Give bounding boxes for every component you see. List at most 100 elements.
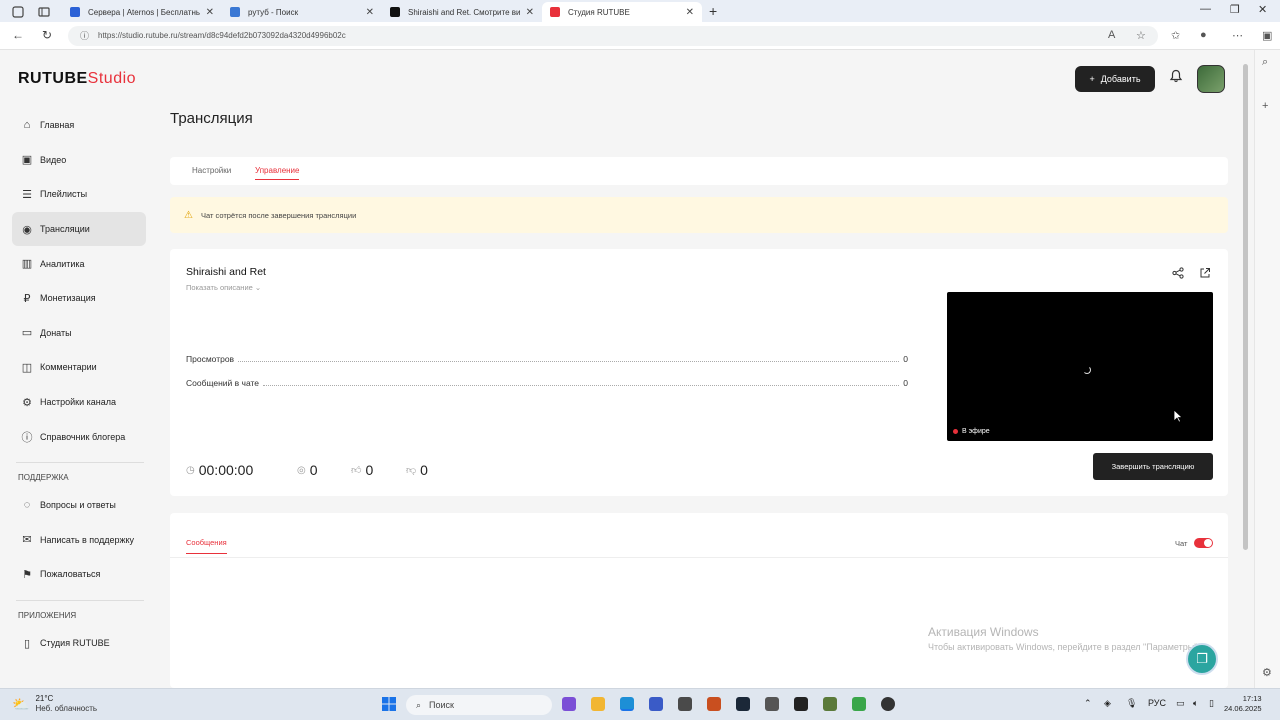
tab-actions-icon[interactable]	[38, 5, 50, 17]
dotted-leader	[238, 361, 900, 362]
chat-toggle-label: Чат	[1175, 539, 1188, 548]
close-tab-icon[interactable]: ✕	[686, 7, 694, 18]
tab-settings[interactable]: Настройки	[192, 166, 231, 175]
thumbs-up-icon: 👍︎	[351, 465, 362, 476]
read-aloud-icon[interactable]: A	[1108, 29, 1115, 41]
close-tab-icon[interactable]: ✕	[366, 7, 374, 18]
sidebar-item-report[interactable]: ⚑ Пожаловаться	[12, 557, 146, 592]
user-avatar[interactable]	[1197, 65, 1225, 93]
sidebar-toggle-icon[interactable]: ▣	[1262, 29, 1272, 42]
restore-icon[interactable]: ❐	[1230, 3, 1240, 16]
sidebar-item-channel-settings[interactable]: ⚙ Настройки канала	[12, 385, 146, 420]
microphone-icon[interactable]: 🎙︎	[1126, 698, 1137, 709]
stream-preview-player[interactable]: В эфире	[947, 292, 1213, 441]
tab-management[interactable]: Управление	[255, 166, 300, 180]
faq-icon: ◌	[23, 499, 31, 512]
game-app-icon[interactable]	[707, 697, 721, 711]
url-field[interactable]: ⓘ https://studio.rutube.ru/stream/d8c94d…	[68, 26, 1158, 46]
sidebar-item-comments[interactable]: ◫ Комментарии	[12, 350, 146, 385]
sidebar-item-write-support[interactable]: ✉ Написать в поддержку	[12, 523, 146, 558]
file-explorer-icon[interactable]	[591, 697, 605, 711]
calculator-icon[interactable]	[649, 697, 663, 711]
settings-gear-icon[interactable]: ⚙	[1262, 666, 1272, 679]
rutube-studio-logo[interactable]: RUTUBEStudio	[18, 70, 136, 88]
plus-icon: +	[1089, 74, 1095, 84]
notifications-bell-icon[interactable]	[1169, 69, 1183, 86]
sidebar-item-video[interactable]: ▣ Видео	[12, 143, 146, 178]
duration-value: 00:00:00	[198, 462, 254, 478]
steam-icon[interactable]	[736, 697, 750, 711]
browser-tab-rutube-video[interactable]: Shiraishi and Ret. Смотрите виде ✕	[382, 2, 542, 22]
end-stream-button[interactable]: Завершить трансляцию	[1093, 453, 1213, 480]
taskbar-search[interactable]: ⌕ Поиск	[406, 695, 552, 715]
scrollbar-thumb[interactable]	[1243, 64, 1248, 550]
stat-value: 0	[903, 378, 908, 388]
sidebar-item-home[interactable]: ⌂ Главная	[12, 108, 146, 143]
clock-icon: ◷	[186, 464, 195, 476]
windows-start-icon[interactable]	[382, 697, 396, 714]
page-scrollbar[interactable]	[1241, 60, 1249, 680]
search-icon[interactable]: ⌕	[1262, 56, 1268, 69]
tray-chevron-up-icon[interactable]: ⌃	[1084, 698, 1092, 709]
close-tab-icon[interactable]: ✕	[206, 7, 214, 18]
favorite-star-icon[interactable]: ☆	[1136, 29, 1146, 42]
collections-icon[interactable]: ✩	[1171, 29, 1180, 42]
chat-warning-banner: ⚠ Чат сотрётся после завершения трансляц…	[170, 197, 1228, 233]
address-bar: ← ↻ ⓘ https://studio.rutube.ru/stream/d8…	[0, 22, 1280, 50]
add-button[interactable]: + Добавить	[1075, 66, 1155, 92]
lock-icon[interactable]: ⓘ	[80, 26, 89, 46]
volume-icon[interactable]: 🔈︎	[1193, 698, 1198, 709]
video-icon: ▣	[21, 154, 33, 167]
duration-metric: ◷ 00:00:00	[186, 462, 253, 478]
more-menu-icon[interactable]: ⋯	[1232, 29, 1243, 42]
sidebar-item-blogger-guide[interactable]: ⓘ Справочник блогера	[12, 419, 146, 454]
sidebar-item-playlists[interactable]: ☰ Плейлисты	[12, 177, 146, 212]
tab-messages[interactable]: Сообщения	[186, 538, 227, 554]
app-icon[interactable]	[678, 697, 692, 711]
dotted-leader	[263, 385, 900, 386]
tray-app-icon[interactable]: ◈	[1104, 698, 1111, 709]
battery-icon[interactable]: ▯	[1209, 698, 1214, 709]
tab-title: Shiraishi and Ret. Смотрите виде	[408, 7, 520, 17]
obs-icon[interactable]	[881, 697, 895, 711]
sidebar-item-label: Комментарии	[40, 362, 97, 373]
app-icon[interactable]	[852, 697, 866, 711]
sidebar-item-analytics[interactable]: ▥ Аналитика	[12, 246, 146, 281]
edge-browser-icon[interactable]	[620, 697, 634, 711]
browser-tab-search[interactable]: рутуб - Поиск ✕	[222, 2, 382, 22]
add-icon[interactable]: +	[1262, 100, 1268, 112]
sidebar-item-faq[interactable]: ◌ Вопросы и ответы	[12, 488, 146, 523]
language-indicator[interactable]: РУС	[1148, 698, 1166, 708]
app-icon[interactable]	[765, 697, 779, 711]
teams-app-icon[interactable]	[562, 697, 576, 711]
add-button-label: Добавить	[1100, 74, 1141, 84]
watermark-subtitle: Чтобы активировать Windows, перейдите в …	[928, 642, 1200, 652]
browser-tab-studio[interactable]: Студия RUTUBE ✕	[542, 2, 702, 22]
close-window-icon[interactable]: ✕	[1258, 3, 1267, 16]
minecraft-icon[interactable]	[823, 697, 837, 711]
show-description-link[interactable]: Показать описание ⌄	[186, 283, 261, 292]
weather-widget[interactable]: ⛅ 21°C Неб. облачность	[12, 694, 97, 714]
live-dot-icon	[953, 429, 958, 434]
new-tab-icon[interactable]: +	[709, 3, 717, 19]
system-clock[interactable]: 17:13 24.06.2025	[1224, 694, 1262, 714]
chat-toggle-switch[interactable]	[1194, 538, 1213, 548]
close-tab-icon[interactable]: ✕	[526, 7, 534, 18]
back-icon[interactable]: ←	[12, 28, 24, 42]
sidebar-item-donations[interactable]: ▭ Донаты	[12, 316, 146, 351]
app-icon[interactable]	[794, 697, 808, 711]
support-chat-button[interactable]: ❐	[1186, 643, 1218, 675]
workspaces-icon[interactable]	[12, 5, 24, 18]
stream-card: Shiraishi and Ret Показать описание ⌄ Пр…	[170, 249, 1228, 496]
sidebar-item-broadcasts[interactable]: ◉ Трансляции	[12, 211, 146, 247]
sidebar-item-monetization[interactable]: ₽ Монетизация	[12, 281, 146, 316]
network-icon[interactable]: ▭	[1176, 698, 1185, 709]
share-icon[interactable]	[1172, 267, 1184, 282]
reload-icon[interactable]: ↻	[42, 28, 52, 42]
external-link-icon[interactable]	[1199, 267, 1211, 282]
browser-tab-aternos[interactable]: Сервера | Aternos | Бесплатный ✕	[62, 2, 222, 22]
minimize-icon[interactable]: —	[1200, 3, 1211, 15]
profile-icon[interactable]: ●	[1200, 29, 1207, 41]
dislikes-metric: 👎︎ 0	[406, 462, 428, 478]
sidebar-item-studio-app[interactable]: ▯ Студия RUTUBE	[12, 626, 146, 661]
